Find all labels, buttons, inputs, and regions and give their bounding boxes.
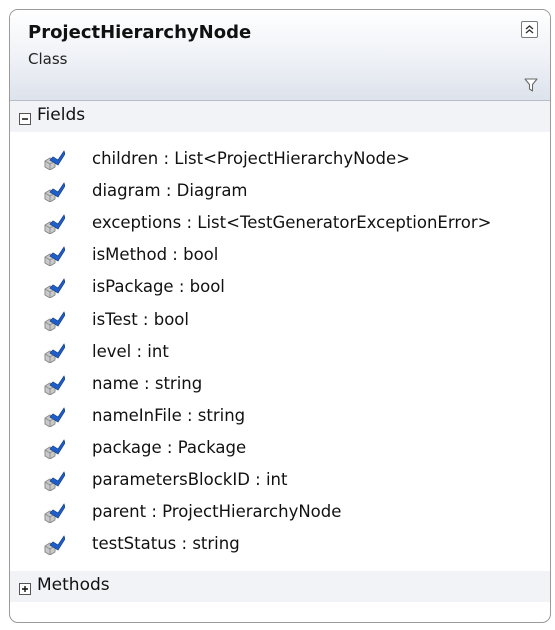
methods-section-header[interactable]: Methods bbox=[10, 571, 550, 602]
field-label: package : Package bbox=[92, 437, 247, 457]
field-icon bbox=[43, 310, 66, 332]
field-icon bbox=[43, 182, 66, 203]
field-label: isTest : bool bbox=[92, 309, 189, 329]
methods-section-label: Methods bbox=[37, 575, 110, 595]
field-row[interactable]: isMethod : bool bbox=[10, 242, 550, 272]
field-label: name : string bbox=[92, 373, 203, 393]
class-shape[interactable]: ProjectHierarchyNode Class Fields childr… bbox=[9, 9, 551, 623]
field-icon bbox=[43, 342, 66, 364]
field-icon bbox=[43, 246, 66, 267]
field-icon bbox=[43, 374, 66, 396]
field-row[interactable]: parent : ProjectHierarchyNode bbox=[10, 499, 550, 529]
field-icon bbox=[43, 535, 66, 556]
field-icon bbox=[43, 503, 66, 524]
class-name: ProjectHierarchyNode bbox=[28, 22, 252, 43]
field-icon bbox=[43, 407, 66, 428]
field-label: level : int bbox=[92, 341, 169, 361]
field-row[interactable]: isPackage : bool bbox=[10, 274, 550, 304]
minus-box-icon[interactable] bbox=[19, 110, 31, 125]
field-label: diagram : Diagram bbox=[92, 181, 248, 201]
field-row[interactable]: name : string bbox=[10, 371, 550, 401]
field-icon bbox=[43, 471, 66, 492]
class-kind: Class bbox=[28, 50, 68, 68]
field-label: children : List<ProjectHierarchyNode> bbox=[92, 149, 411, 168]
plus-box-icon[interactable] bbox=[19, 580, 31, 595]
field-label: parent : ProjectHierarchyNode bbox=[92, 502, 342, 522]
field-label: exceptions : List<TestGeneratorException… bbox=[92, 213, 492, 233]
field-row[interactable]: level : int bbox=[10, 339, 550, 369]
field-label: parametersBlockID : int bbox=[92, 470, 288, 489]
field-row[interactable]: package : Package bbox=[10, 435, 550, 465]
field-row[interactable]: exceptions : List<TestGeneratorException… bbox=[10, 210, 550, 240]
field-icon bbox=[43, 439, 66, 460]
field-label: isPackage : bool bbox=[92, 277, 225, 297]
double-chevron-up-icon[interactable] bbox=[521, 21, 538, 38]
fields-section-header[interactable]: Fields bbox=[10, 101, 550, 132]
field-label: nameInFile : string bbox=[92, 405, 246, 425]
field-icon bbox=[43, 214, 66, 235]
field-row[interactable]: diagram : Diagram bbox=[10, 178, 550, 208]
field-row[interactable]: nameInFile : string bbox=[10, 403, 550, 433]
field-row[interactable]: parametersBlockID : int bbox=[10, 467, 550, 497]
field-row[interactable]: isTest : bool bbox=[10, 307, 550, 337]
field-row[interactable]: testStatus : string bbox=[10, 531, 550, 561]
field-label: isMethod : bool bbox=[92, 245, 219, 265]
fields-section-label: Fields bbox=[37, 105, 86, 125]
field-icon bbox=[43, 278, 66, 299]
filter-icon[interactable] bbox=[524, 77, 538, 92]
field-row[interactable]: children : List<ProjectHierarchyNode> bbox=[10, 146, 550, 176]
field-icon bbox=[43, 150, 66, 171]
field-label: testStatus : string bbox=[92, 534, 240, 554]
class-header: ProjectHierarchyNode Class bbox=[10, 10, 550, 101]
